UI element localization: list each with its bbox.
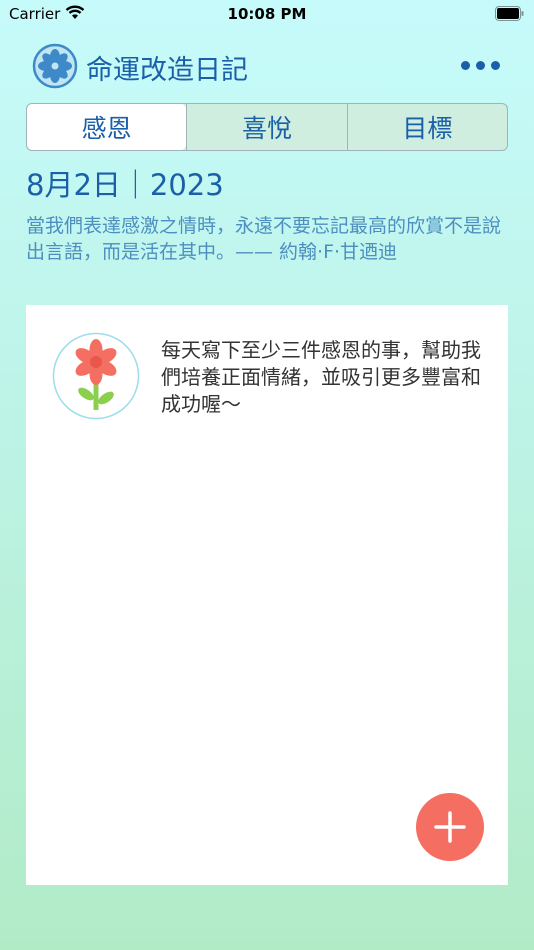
add-entry-button[interactable]	[416, 793, 484, 861]
date-label[interactable]: 8月2日｜2023	[26, 162, 224, 204]
tab-gratitude[interactable]: 感恩	[27, 104, 187, 150]
plus-icon	[434, 811, 466, 843]
app-title: 命運改造日記	[86, 55, 248, 86]
status-bar: Carrier 10:08 PM	[0, 0, 534, 28]
app-header: 命運改造日記	[0, 38, 534, 94]
battery-icon	[495, 6, 524, 21]
segmented-tabs: 感恩 喜悅 目標	[26, 103, 508, 151]
entries-card: 每天寫下至少三件感恩的事，幫助我們培養正面情緒，並吸引更多豐富和成功喔～	[26, 305, 508, 885]
gratitude-prompt: 每天寫下至少三件感恩的事，幫助我們培養正面情緒，並吸引更多豐富和成功喔～	[161, 338, 481, 416]
more-options-button[interactable]	[461, 56, 503, 74]
tab-joy[interactable]: 喜悅	[186, 104, 346, 150]
tab-goals[interactable]: 目標	[346, 104, 507, 150]
flower-icon	[52, 332, 140, 420]
status-time: 10:08 PM	[227, 5, 307, 23]
daily-quote: 當我們表達感激之情時，永遠不要忘記最高的欣賞不是說出言語，而是活在其中。—— 約…	[26, 215, 502, 263]
flower-logo-icon	[32, 43, 78, 89]
ellipsis-icon	[461, 60, 470, 70]
